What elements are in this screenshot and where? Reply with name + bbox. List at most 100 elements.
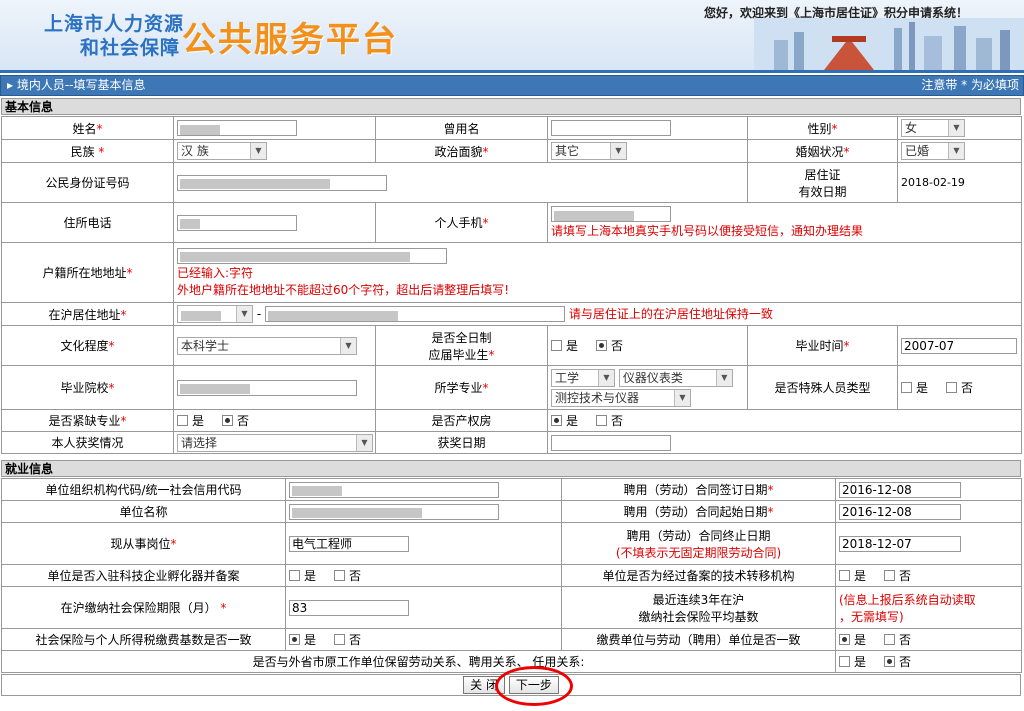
hukou-address-label: 户籍所在地地址* (1, 242, 174, 303)
home-phone-label: 住所电话 (1, 202, 174, 243)
chevron-down-icon: ▼ (948, 120, 964, 136)
mobile-input[interactable] (551, 206, 671, 222)
radio-label: 是 (566, 339, 579, 353)
radio-label: 否 (961, 381, 974, 395)
chevron-down-icon: ▼ (236, 306, 252, 323)
shortage-yes-radio[interactable] (177, 415, 188, 426)
company-input[interactable] (289, 503, 499, 520)
ethnic-label: 民族 * (1, 139, 174, 163)
retain-no-radio[interactable] (884, 656, 896, 667)
section-basic-info: 基本信息 (1, 98, 1021, 115)
incubator-no-radio[interactable] (334, 570, 346, 581)
political-label: 政治面貌* (375, 139, 548, 163)
radio-label: 否 (349, 633, 362, 647)
school-label: 毕业院校* (1, 365, 174, 410)
org-code-label: 单位组织机构代码/统一社会信用代码 (1, 478, 286, 501)
radio-label: 是 (854, 633, 867, 647)
shanghai-address-note: 请与居住证上的在沪居住地址保持一致 (568, 306, 773, 321)
awards-label: 本人获奖情况 (1, 431, 174, 454)
gender-select[interactable]: 女 ▼ (901, 119, 965, 137)
gender-label: 性别* (747, 116, 898, 140)
highlight-circle-annotation (495, 666, 573, 706)
required-hint: 注意带 * 为必填项 (921, 78, 1019, 92)
contract-sign-label: 聘用（劳动）合同签订日期* (561, 478, 836, 501)
position-input[interactable]: 电气工程师 (289, 535, 409, 552)
major-category-select[interactable]: 工学 ▼ (551, 369, 615, 387)
chevron-down-icon: ▼ (340, 337, 356, 354)
radio-label: 是 (854, 569, 867, 583)
hukou-char-count: 已经输入:字符 (177, 265, 254, 280)
shortage-no-radio[interactable] (222, 415, 234, 426)
base-consistent-yes-radio[interactable] (289, 634, 300, 645)
contract-end-label: 聘用（劳动）合同终止日期 (不填表示无固定期限劳动合同) (561, 522, 836, 565)
radio-label: 否 (899, 633, 912, 647)
contract-start-input[interactable]: 2016-12-08 (839, 503, 961, 520)
basic-info-table: 姓名* 曾用名 性别* 女 ▼ 民族 * 汉 族 ▼ 政治面貌* 其它 ▼ 婚姻状况*… (1, 116, 1022, 454)
property-label: 是否产权房 (375, 409, 548, 432)
residence-permit-date: 2018-02-19 (897, 162, 1022, 203)
chevron-down-icon: ▼ (674, 390, 690, 406)
hukou-address-input[interactable] (177, 247, 447, 264)
logo-line2: 和社会保障 (80, 37, 181, 59)
insurance-months-label: 在沪缴纳社会保险期限（月） * (1, 586, 286, 629)
major-subcategory-select[interactable]: 仪器仪表类 ▼ (618, 369, 733, 387)
base-consistent-no-radio[interactable] (334, 634, 346, 645)
id-number-input[interactable] (177, 174, 387, 191)
major-label: 所学专业* (375, 365, 548, 410)
avg-base-label: 最近连续3年在沪 缴纳社会保险平均基数 (561, 586, 836, 629)
property-yes-radio[interactable] (551, 415, 562, 426)
chevron-down-icon: ▼ (250, 143, 266, 159)
residence-permit-label: 居住证 有效日期 (747, 162, 898, 203)
fulltime-no-radio[interactable] (596, 340, 608, 351)
school-input[interactable] (177, 379, 357, 396)
major-name-select[interactable]: 测控技术与仪器 ▼ (551, 389, 691, 407)
contract-sign-input[interactable]: 2016-12-08 (839, 481, 961, 498)
retain-yes-radio[interactable] (839, 656, 850, 667)
shortage-label: 是否紧缺专业* (1, 409, 174, 432)
graduation-input[interactable]: 2007-07 (901, 337, 1017, 354)
contract-end-input[interactable]: 2018-12-07 (839, 535, 961, 552)
name-label: 姓名* (1, 116, 174, 140)
tech-transfer-label: 单位是否为经过备案的技术转移机构 (561, 564, 836, 587)
name-input[interactable] (177, 120, 297, 136)
logo-platform-title: 公共服务平台 (182, 20, 398, 60)
special-no-radio[interactable] (946, 382, 958, 393)
payer-consistent-label: 缴费单位与劳动（聘用）单位是否一致 (561, 628, 836, 651)
property-no-radio[interactable] (596, 415, 608, 426)
former-name-input[interactable] (551, 120, 671, 136)
education-select[interactable]: 本科学士 ▼ (177, 336, 357, 355)
shanghai-address-label: 在沪居住地址* (1, 302, 174, 326)
former-name-label: 曾用名 (375, 116, 548, 140)
ethnic-select[interactable]: 汉 族 ▼ (177, 142, 267, 160)
district-select[interactable]: ▼ (177, 305, 253, 324)
political-select[interactable]: 其它 ▼ (551, 142, 627, 160)
marital-select[interactable]: 已婚 ▼ (901, 142, 965, 160)
awards-select[interactable]: 请选择 ▼ (177, 433, 373, 452)
award-date-label: 获奖日期 (375, 431, 548, 454)
id-number-label: 公民身份证号码 (1, 162, 174, 203)
insurance-months-input[interactable]: 83 (289, 599, 409, 616)
incubator-yes-radio[interactable] (289, 570, 300, 581)
org-code-input[interactable] (289, 481, 499, 498)
mobile-note: 请填写上海本地真实手机号码以便接受短信，通知办理结果 (551, 224, 864, 238)
radio-label: 否 (349, 569, 362, 583)
section-employment-info: 就业信息 (1, 460, 1021, 477)
shanghai-address-input[interactable] (265, 306, 565, 323)
tech-transfer-no-radio[interactable] (884, 570, 896, 581)
fulltime-yes-radio[interactable] (551, 340, 562, 351)
payer-consistent-no-radio[interactable] (884, 634, 896, 645)
tech-transfer-yes-radio[interactable] (839, 570, 850, 581)
radio-label: 是 (304, 569, 317, 583)
radio-label: 是 (192, 414, 205, 428)
payer-consistent-yes-radio[interactable] (839, 634, 850, 645)
graduation-label: 毕业时间* (747, 325, 898, 366)
special-yes-radio[interactable] (901, 382, 912, 393)
home-phone-input[interactable] (177, 214, 297, 231)
chevron-down-icon: ▼ (598, 370, 614, 386)
incubator-label: 单位是否入驻科技企业孵化器并备案 (1, 564, 286, 587)
radio-label: 是 (854, 655, 867, 669)
employment-info-table: 单位组织机构代码/统一社会信用代码 聘用（劳动）合同签订日期* 2016-12-… (1, 478, 1022, 673)
education-label: 文化程度* (1, 325, 174, 366)
hukou-note: 外地户籍所在地地址不能超过60个字符，超出后请整理后填写! (177, 282, 510, 297)
award-date-input[interactable] (551, 434, 671, 451)
